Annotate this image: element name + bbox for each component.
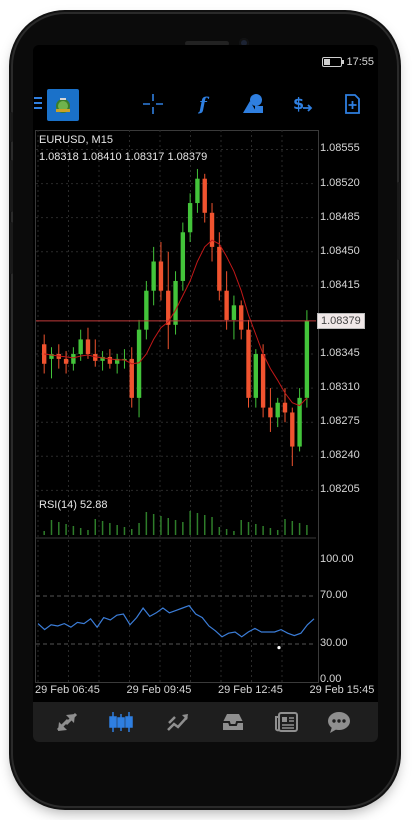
candle-body	[85, 339, 91, 355]
candle-body	[268, 407, 273, 418]
candle-body	[282, 402, 288, 413]
price-axis-label: 1.08345	[320, 347, 360, 360]
candle-body	[63, 358, 69, 364]
svg-text:$: $	[293, 94, 304, 113]
side-button-left	[10, 160, 13, 212]
candle-body	[231, 305, 237, 320]
rsi-axis-label: 100.00	[320, 553, 354, 565]
time-axis-label: 29 Feb 09:45	[126, 684, 192, 696]
candle-body	[224, 290, 229, 320]
candle-body	[195, 178, 200, 204]
candle-body	[78, 339, 83, 355]
candle-body	[129, 358, 134, 398]
rsi-label: RSI(14) 52.88	[39, 499, 108, 511]
price-axis-label: 1.08205	[320, 483, 360, 496]
side-button-left	[10, 112, 13, 142]
chart-symbol: EURUSD, M15	[39, 134, 113, 146]
price-axis-label: 1.08520	[320, 176, 360, 189]
candle-body	[107, 356, 113, 364]
side-button-left	[10, 222, 13, 274]
price-axis-label: 1.08415	[320, 278, 360, 291]
price-axis-label: 1.08310	[320, 381, 360, 394]
svg-text:f: f	[197, 94, 210, 115]
chart-ohlc: 1.08318 1.08410 1.08317 1.08379	[39, 151, 208, 163]
chart-tab-icon[interactable]	[107, 708, 135, 736]
candle-body	[260, 354, 266, 408]
candle-body	[290, 412, 295, 447]
candle-body	[158, 261, 164, 291]
rsi-axis-label: 70.00	[320, 589, 348, 601]
price-axis-label: 1.08240	[320, 449, 360, 462]
battery-icon	[322, 57, 344, 67]
time-axis-label: 29 Feb 15:45	[309, 684, 375, 696]
trade-icon[interactable]	[164, 708, 192, 736]
status-time: 17:55	[346, 56, 374, 68]
candle-body	[202, 178, 207, 213]
price-axis-label: 1.08555	[320, 142, 360, 155]
candle-body	[136, 329, 142, 398]
time-axis-label: 29 Feb 06:45	[35, 684, 100, 696]
candle-body	[253, 354, 258, 398]
news-icon[interactable]	[273, 708, 301, 736]
candle-body	[71, 354, 76, 364]
candle-body	[275, 402, 280, 418]
candle-body	[151, 261, 156, 291]
crosshair-icon[interactable]	[138, 89, 168, 119]
candle-body	[239, 305, 244, 330]
status-bar: 17:55	[33, 45, 378, 73]
rsi-line	[37, 604, 315, 638]
price-axis-label: 1.08450	[320, 244, 360, 257]
history-icon[interactable]	[219, 708, 247, 736]
candle-body	[180, 232, 186, 281]
candle-body	[217, 246, 222, 291]
chat-icon[interactable]	[325, 708, 353, 736]
menu-icon[interactable]	[34, 97, 42, 109]
new-order-icon[interactable]	[337, 89, 367, 119]
rsi-axis-label: 30.00	[320, 637, 348, 649]
objects-icon[interactable]	[238, 89, 268, 119]
screen: 17:55 f $ EURUSD, M15 1.08318 1.08410 1.…	[33, 45, 378, 742]
rsi-marker	[277, 646, 281, 650]
price-axis-label: 1.08275	[320, 415, 360, 428]
top-toolbar: f $	[33, 87, 378, 123]
candle-body	[304, 320, 310, 398]
time-axis-label: 29 Feb 12:45	[218, 684, 283, 696]
candle-body	[246, 329, 251, 398]
candle-body	[173, 280, 178, 325]
quotes-icon[interactable]	[53, 708, 81, 736]
candle-body	[144, 290, 149, 330]
side-button-right	[397, 182, 400, 260]
indicators-icon[interactable]: f	[189, 89, 219, 119]
symbols-icon[interactable]: $	[287, 89, 317, 119]
price-axis-label: 1.08485	[320, 210, 360, 223]
bottom-nav	[33, 702, 378, 742]
candle-body	[187, 203, 193, 233]
current-price-label: 1.08379	[317, 312, 365, 329]
app-logo[interactable]	[47, 89, 79, 121]
